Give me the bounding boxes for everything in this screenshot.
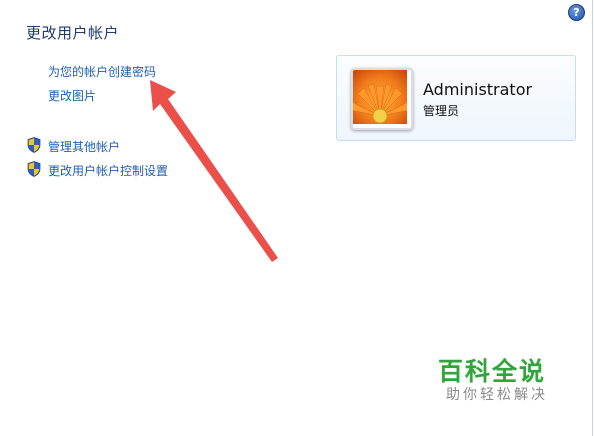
flower-picture — [351, 68, 413, 130]
watermark-title: 百科全说 — [438, 357, 547, 386]
uac-shield-icon — [27, 161, 41, 177]
manage-accounts-link[interactable]: 管理其他帐户 — [48, 138, 120, 155]
create-password-link[interactable]: 为您的帐户创建密码 — [48, 63, 156, 80]
uac-shield-icon — [27, 137, 41, 153]
page-title: 更改用户帐户 — [26, 24, 120, 42]
watermark-subtitle: 助你轻松解决 — [446, 387, 548, 403]
uac-settings-link[interactable]: 更改用户帐户控制设置 — [48, 162, 168, 179]
change-picture-link[interactable]: 更改图片 — [48, 87, 96, 104]
account-role: 管理员 — [423, 104, 460, 118]
account-card: Administrator 管理员 — [336, 55, 576, 141]
help-icon[interactable]: ? — [568, 4, 585, 21]
flower-picture-icon — [353, 70, 411, 124]
account-name: Administrator — [423, 80, 533, 99]
